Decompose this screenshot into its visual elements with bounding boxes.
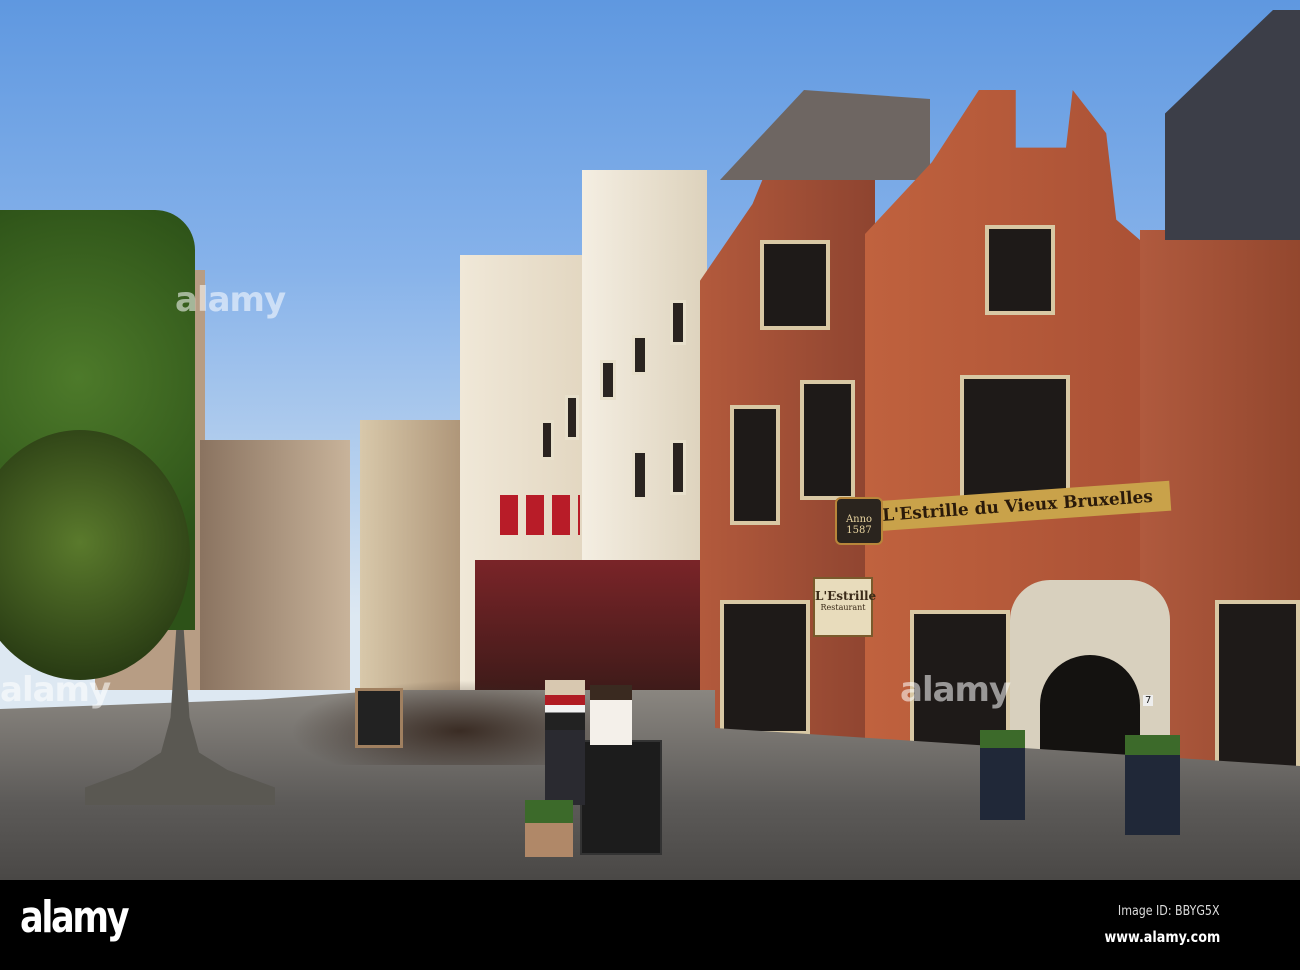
window <box>670 300 686 345</box>
window <box>670 440 686 495</box>
window <box>760 240 830 330</box>
window <box>632 335 648 375</box>
watermark: alamy <box>900 670 1011 710</box>
chalkboard-sign <box>355 688 403 748</box>
shop-window <box>1215 600 1300 775</box>
footer-bar: alamy Image ID: BBYG5X www.alamy.com <box>0 880 1300 970</box>
planter <box>525 800 573 857</box>
window <box>800 380 855 500</box>
window <box>600 360 616 400</box>
person-striped-shirt <box>545 680 585 805</box>
watermark: alamy <box>0 670 111 710</box>
distant-buildings-center <box>360 420 475 690</box>
window <box>540 420 554 460</box>
watermark: alamy <box>175 280 286 320</box>
window <box>632 450 648 500</box>
hanging-sign-name: L'Estrille <box>815 589 877 603</box>
image-id: Image ID: BBYG5X <box>1118 904 1220 919</box>
window <box>985 225 1055 315</box>
roof <box>720 90 930 180</box>
window <box>730 405 780 525</box>
shop-window <box>720 600 810 735</box>
anno-sign: Anno 1587 <box>835 497 883 545</box>
alamy-logo: alamy <box>20 892 130 943</box>
street-photo: 7 L'Estrille du Vieux Bruxelles Anno 158… <box>0 0 1300 880</box>
alamy-url: www.alamy.com <box>1104 928 1220 946</box>
hanging-sign: L'Estrille Restaurant <box>813 577 877 637</box>
window <box>565 395 579 440</box>
planter <box>980 730 1025 820</box>
right-roof <box>1165 10 1300 240</box>
red-awnings <box>500 495 580 535</box>
planter <box>1125 735 1180 835</box>
person-white-shirt <box>590 685 632 745</box>
menu-board <box>580 740 662 855</box>
restaurant-front <box>475 560 705 700</box>
door-number: 7 <box>1143 695 1154 706</box>
hanging-sign-sub: Restaurant <box>820 603 866 612</box>
distant-row-left <box>200 440 350 690</box>
